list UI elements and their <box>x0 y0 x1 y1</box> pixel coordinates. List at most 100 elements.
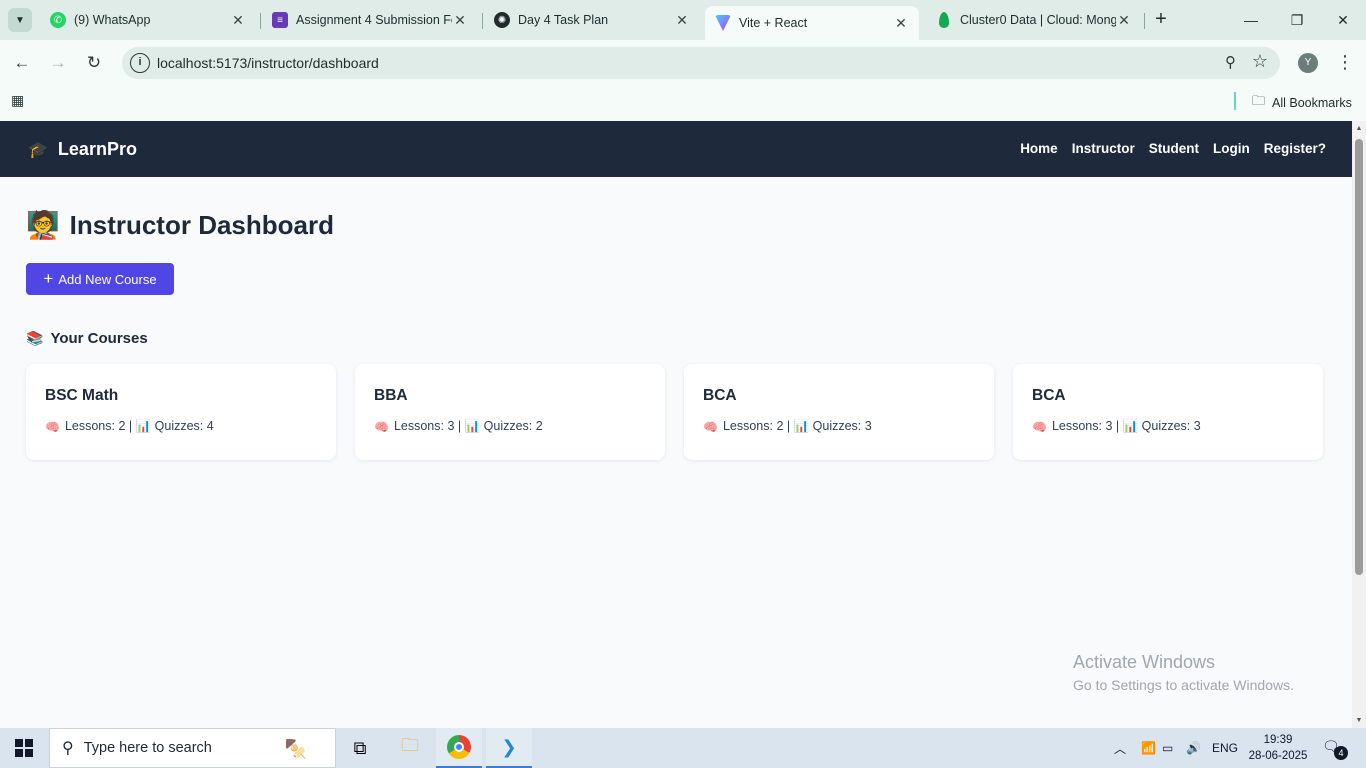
course-card[interactable]: BSC Math 🧠 Lessons: 2 | 📊 Quizzes: 4 <box>26 364 336 460</box>
nav-instructor-link[interactable]: Instructor <box>1072 141 1135 156</box>
all-bookmarks-button[interactable]: 🗀 All Bookmarks <box>1252 92 1352 114</box>
bookmarks-separator <box>1234 92 1236 110</box>
arrow-right-icon: → <box>49 53 67 72</box>
close-icon[interactable]: ✕ <box>674 12 690 28</box>
course-meta: 🧠 Lessons: 2 | 📊 Quizzes: 4 <box>45 419 317 434</box>
nav-links: Home Instructor Student Login Register? <box>1020 141 1326 156</box>
your-courses-heading: 📚 Your Courses <box>26 330 148 347</box>
clock-time: 19:39 <box>1263 734 1293 746</box>
back-button[interactable]: ← <box>10 51 34 75</box>
close-window-button[interactable]: ✕ <box>1320 0 1366 40</box>
vscode-button[interactable]: ❯ <box>486 728 532 768</box>
scroll-up-arrow-icon[interactable]: ▲ <box>1355 125 1363 132</box>
plus-icon: + <box>43 269 54 288</box>
tab-vite-react[interactable]: Vite + React ✕ <box>705 6 919 40</box>
whatsapp-icon: ✆ <box>50 12 66 28</box>
brain-icon: 🧠 <box>45 419 60 434</box>
brand-name: LearnPro <box>57 139 137 159</box>
tab-mongodb[interactable]: Cluster0 Data | Cloud: Mong ✕ <box>926 6 1142 34</box>
search-placeholder: Type here to search <box>83 740 212 756</box>
tab-whatsapp[interactable]: ✆ (9) WhatsApp ✕ <box>40 6 256 34</box>
course-card[interactable]: BCA 🧠 Lessons: 2 | 📊 Quizzes: 3 <box>684 364 994 460</box>
task-view-icon: ⧉ <box>353 737 367 758</box>
taskbar-clock[interactable]: 19:39 28-06-2025 <box>1248 732 1308 764</box>
tab-search-button[interactable]: ▼ <box>8 8 32 32</box>
graduation-cap-icon: 🎓 <box>28 141 48 159</box>
minimize-button[interactable]: — <box>1228 0 1274 40</box>
browser-toolbar: ← → ↻ i localhost:5173/instructor/dashbo… <box>0 40 1366 86</box>
reload-button[interactable]: ↻ <box>82 51 106 75</box>
watermark-line2: Go to Settings to activate Windows. <box>1073 677 1294 693</box>
bookmark-star-icon[interactable]: ☆ <box>1252 51 1268 72</box>
course-meta-text: Lessons: 3 | 📊 Quizzes: 3 <box>1051 419 1201 433</box>
forward-button[interactable]: → <box>46 51 70 75</box>
address-bar[interactable]: i localhost:5173/instructor/dashboard ⚲ … <box>122 47 1280 79</box>
course-card[interactable]: BBA 🧠 Lessons: 3 | 📊 Quizzes: 2 <box>355 364 665 460</box>
course-meta: 🧠 Lessons: 2 | 📊 Quizzes: 3 <box>703 419 975 434</box>
tab-strip: ▼ ✆ (9) WhatsApp ✕ ≡ Assignment 4 Submis… <box>0 0 1366 40</box>
nav-student-link[interactable]: Student <box>1149 141 1199 156</box>
restore-icon: ❐ <box>1290 11 1304 28</box>
nav-register-link[interactable]: Register? <box>1264 141 1326 156</box>
zoom-icon[interactable]: ⚲ <box>1225 53 1236 71</box>
restore-button[interactable]: ❐ <box>1274 0 1320 40</box>
vscode-icon: ❯ <box>501 736 517 757</box>
brand-logo[interactable]: 🎓 LearnPro <box>28 139 137 160</box>
task-view-button[interactable]: ⧉ <box>337 728 383 768</box>
section-title-text: Your Courses <box>50 330 148 347</box>
folder-icon: 🗀 <box>1252 93 1266 108</box>
course-meta-text: Lessons: 2 | 📊 Quizzes: 3 <box>722 419 872 433</box>
course-name: BCA <box>703 387 737 404</box>
chevron-down-icon: ▼ <box>15 14 25 26</box>
taskbar-search-box[interactable]: ⚲ Type here to search 🍢 <box>49 728 336 768</box>
scrollbar-thumb[interactable] <box>1355 139 1363 575</box>
reload-icon: ↻ <box>86 53 102 72</box>
app-navbar: 🎓 LearnPro Home Instructor Student Login… <box>0 121 1352 177</box>
new-tab-button[interactable]: + <box>1150 9 1172 31</box>
close-icon[interactable]: ✕ <box>230 12 246 28</box>
clock-date: 28-06-2025 <box>1248 750 1308 762</box>
course-name: BSC Math <box>45 387 119 404</box>
course-card[interactable]: BCA 🧠 Lessons: 3 | 📊 Quizzes: 3 <box>1013 364 1323 460</box>
close-icon[interactable]: ✕ <box>452 12 468 28</box>
all-bookmarks-label: All Bookmarks <box>1272 96 1352 110</box>
show-hidden-icons-button[interactable]: ︿ <box>1114 728 1126 768</box>
nav-home-link[interactable]: Home <box>1020 141 1058 156</box>
close-icon[interactable]: ✕ <box>893 15 909 31</box>
tab-title: Assignment 4 Submission Fo <box>296 13 452 27</box>
tab-assignment[interactable]: ≡ Assignment 4 Submission Fo ✕ <box>262 6 478 34</box>
file-explorer-button[interactable]: 🗀 <box>387 728 433 768</box>
start-button[interactable] <box>0 728 48 768</box>
apps-grid-icon[interactable]: ▦ <box>11 92 29 110</box>
volume-icon[interactable]: 🔊 <box>1186 728 1201 768</box>
chatgpt-icon: ✺ <box>494 12 510 28</box>
battery-icon[interactable]: ▭ <box>1162 728 1173 768</box>
network-icon[interactable]: 📶 <box>1141 728 1156 768</box>
site-info-icon[interactable]: i <box>130 53 150 73</box>
page-title: 🧑‍🏫 Instructor Dashboard <box>26 209 334 241</box>
url-text[interactable]: localhost:5173/instructor/dashboard <box>157 55 379 71</box>
scroll-down-arrow-icon[interactable]: ▼ <box>1355 717 1363 724</box>
course-meta-text: Lessons: 3 | 📊 Quizzes: 2 <box>393 419 543 433</box>
close-icon[interactable]: ✕ <box>1116 12 1132 28</box>
page-scrollbar[interactable]: ▲ ▼ <box>1352 121 1366 728</box>
course-meta: 🧠 Lessons: 3 | 📊 Quizzes: 2 <box>374 419 646 434</box>
course-meta: 🧠 Lessons: 3 | 📊 Quizzes: 3 <box>1032 419 1304 434</box>
bookmarks-bar <box>0 86 1366 121</box>
teacher-icon: 🧑‍🏫 <box>26 210 60 240</box>
course-name: BCA <box>1032 387 1066 404</box>
tab-title: Cluster0 Data | Cloud: Mong <box>960 13 1116 27</box>
search-icon: ⚲ <box>62 740 74 757</box>
language-indicator[interactable]: ENG <box>1212 728 1238 768</box>
profile-avatar[interactable]: Y <box>1298 53 1318 73</box>
tab-day4-task-plan[interactable]: ✺ Day 4 Task Plan ✕ <box>484 6 700 34</box>
notification-center-button[interactable]: 🗨 4 <box>1322 738 1348 760</box>
vite-icon <box>715 15 731 31</box>
nav-login-link[interactable]: Login <box>1213 141 1250 156</box>
search-highlight-icon: 🍢 <box>284 738 308 759</box>
forms-icon: ≡ <box>272 12 288 28</box>
add-new-course-button[interactable]: + Add New Course <box>26 263 174 295</box>
brain-icon: 🧠 <box>1032 419 1047 434</box>
browser-menu-icon[interactable]: ⋮ <box>1336 51 1354 75</box>
chrome-button[interactable] <box>436 728 482 768</box>
